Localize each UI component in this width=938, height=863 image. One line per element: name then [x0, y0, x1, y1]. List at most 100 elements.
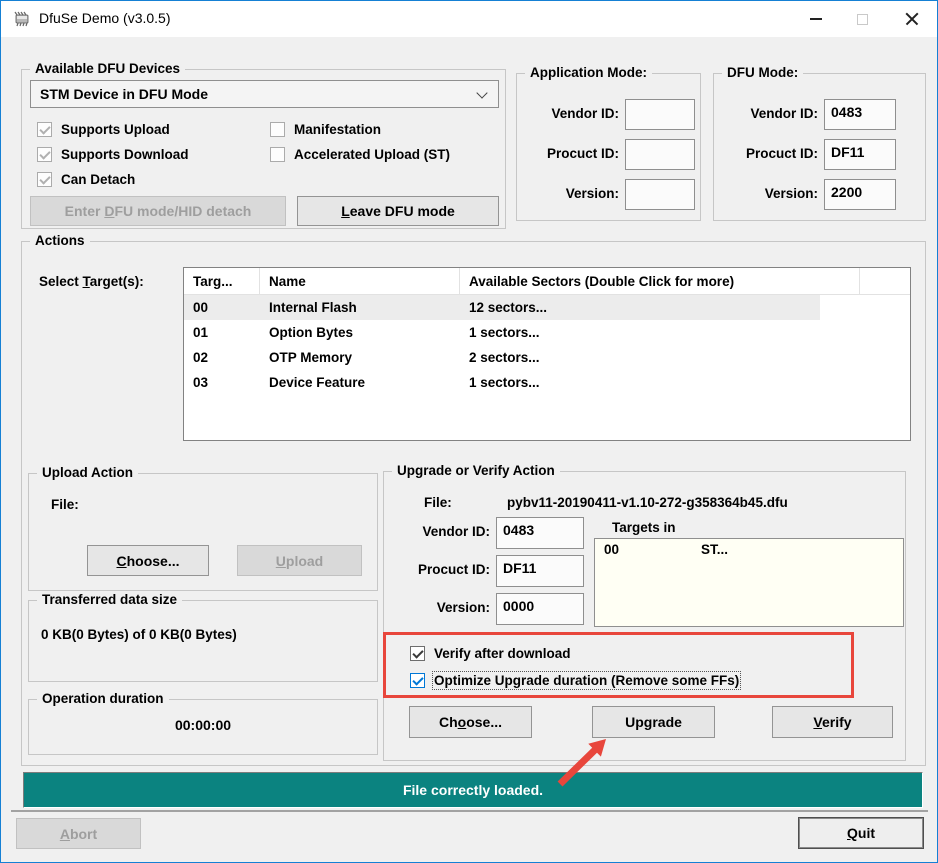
targets-in-listbox[interactable]: 00 ST... [594, 538, 904, 627]
checkbox-manifestation: Manifestation [270, 121, 381, 137]
upgrade-verify-group: Upgrade or Verify Action File: pybv11-20… [383, 463, 906, 761]
upgrade-button[interactable]: Upgrade [592, 706, 715, 738]
table-header: Targ... Name Available Sectors (Double C… [184, 268, 910, 295]
column-header-name[interactable]: Name [260, 268, 460, 294]
upgrade-product-id-field: DF11 [496, 555, 584, 587]
optimize-upgrade-checkbox[interactable]: Optimize Upgrade duration (Remove some F… [410, 670, 742, 690]
targets-in-label: Targets in [612, 520, 676, 535]
maximize-button [839, 1, 885, 37]
cell-target: 02 [193, 350, 209, 365]
cell-target: 03 [193, 375, 209, 390]
group-label: Upload Action [37, 465, 138, 480]
vendor-id-label: Vendor ID: [551, 106, 619, 121]
checkbox-label: Can Detach [61, 171, 136, 187]
dfu-mode-group: DFU Mode: Vendor ID: 0483 Procuct ID: DF… [713, 65, 926, 221]
minimize-button[interactable] [793, 1, 839, 37]
cell-name: Device Feature [269, 375, 366, 390]
checkbox-label: Optimize Upgrade duration (Remove some F… [431, 670, 742, 690]
checkbox-supports-download: Supports Download [37, 146, 189, 162]
dfu-product-id-field: DF11 [824, 139, 896, 170]
device-combobox[interactable]: STM Device in DFU Mode [30, 80, 499, 108]
group-label: DFU Mode: [722, 65, 804, 80]
available-devices-group: Available DFU Devices STM Device in DFU … [21, 61, 506, 229]
upgrade-version-field: 0000 [496, 593, 584, 625]
checkbox-box [270, 146, 285, 162]
group-label: Application Mode: [525, 65, 652, 80]
upgrade-choose-button[interactable]: Choose... [409, 706, 532, 738]
duration-value: 00:00:00 [174, 717, 232, 733]
upload-action-group: Upload Action File: Choose... Upload [28, 465, 378, 591]
version-label: Version: [764, 186, 818, 201]
table-row[interactable]: 03 Device Feature 1 sectors... [184, 370, 820, 395]
vendor-id-label: Vendor ID: [422, 524, 490, 539]
upgrade-file-label: File: [424, 495, 452, 510]
checkbox-box [37, 121, 52, 137]
quit-button[interactable]: Quit [798, 817, 924, 849]
checkbox-accelerated-upload: Accelerated Upload (ST) [270, 146, 450, 162]
abort-button: Abort [16, 818, 141, 849]
dfuse-window: DfuSe Demo (v3.0.5) Available DFU Device… [0, 0, 938, 863]
status-message: File correctly loaded. [402, 782, 544, 798]
group-label: Available DFU Devices [30, 61, 186, 76]
upload-choose-button[interactable]: Choose... [87, 545, 209, 576]
maximize-icon [856, 13, 868, 25]
product-id-label: Procuct ID: [546, 146, 619, 161]
group-label: Transferred data size [37, 592, 183, 607]
version-label: Version: [565, 186, 619, 201]
checkbox-can-detach: Can Detach [37, 171, 135, 187]
chip-icon [14, 11, 29, 27]
vendor-id-label: Vendor ID: [750, 106, 818, 121]
group-label: Upgrade or Verify Action [392, 463, 560, 478]
group-label: Actions [30, 233, 90, 248]
cell-sectors: 1 sectors... [469, 325, 540, 340]
upgrade-vendor-id-field: 0483 [496, 517, 584, 549]
enter-dfu-mode-button: Enter DFU mode/HID detach [30, 196, 286, 226]
upload-file-label: File: [51, 497, 79, 512]
checkbox-label: Verify after download [434, 645, 571, 661]
checkbox-label: Supports Download [61, 146, 189, 162]
title-bar: DfuSe Demo (v3.0.5) [1, 1, 937, 37]
checkbox-box [270, 121, 285, 137]
group-label: Operation duration [37, 691, 169, 706]
table-row[interactable]: 01 Option Bytes 1 sectors... [184, 320, 820, 345]
divider [11, 810, 928, 812]
verify-after-download-checkbox[interactable]: Verify after download [410, 645, 571, 661]
column-header-sectors[interactable]: Available Sectors (Double Click for more… [460, 268, 860, 294]
dfu-version-field: 2200 [824, 179, 896, 210]
window-title: DfuSe Demo (v3.0.5) [39, 10, 171, 26]
product-id-label: Procuct ID: [417, 562, 490, 577]
checkbox-box [37, 146, 52, 162]
verify-button[interactable]: Verify [772, 706, 893, 738]
checkbox-label: Accelerated Upload (ST) [294, 146, 451, 162]
target-name: ST... [701, 542, 729, 557]
table-row[interactable]: 00 Internal Flash 12 sectors... [184, 295, 820, 320]
minimize-icon [810, 18, 822, 20]
checkbox-label: Supports Upload [61, 121, 170, 137]
cell-name: OTP Memory [269, 350, 353, 365]
cell-sectors: 1 sectors... [469, 375, 540, 390]
checkbox-box [37, 171, 52, 187]
checkbox-box [410, 672, 425, 688]
leave-dfu-mode-button[interactable]: Leave DFU mode [297, 196, 499, 226]
upgrade-file-name: pybv11-20190411-v1.10-272-g358364b45.dfu [507, 495, 788, 510]
cell-target: 01 [193, 325, 209, 340]
product-id-label: Procuct ID: [745, 146, 818, 161]
dfu-vendor-id-field: 0483 [824, 99, 896, 130]
version-label: Version: [436, 600, 490, 615]
cell-name: Internal Flash [269, 300, 357, 315]
chevron-down-icon [476, 87, 488, 99]
close-button[interactable] [889, 1, 935, 37]
checkbox-label: Manifestation [294, 121, 382, 137]
close-icon [905, 12, 919, 26]
app-version-field [625, 179, 695, 210]
cell-sectors: 2 sectors... [469, 350, 540, 365]
column-header-target[interactable]: Targ... [184, 268, 260, 294]
status-progress-bar: File correctly loaded. [23, 772, 923, 808]
table-row[interactable]: 02 OTP Memory 2 sectors... [184, 345, 820, 370]
upload-button: Upload [237, 545, 362, 576]
cell-name: Option Bytes [269, 325, 354, 340]
cell-sectors: 12 sectors... [469, 300, 548, 315]
transferred-size-value: 0 KB(0 Bytes) of 0 KB(0 Bytes) [41, 627, 237, 642]
app-vendor-id-field [625, 99, 695, 130]
select-target-label: Select Target(s): [39, 274, 144, 289]
